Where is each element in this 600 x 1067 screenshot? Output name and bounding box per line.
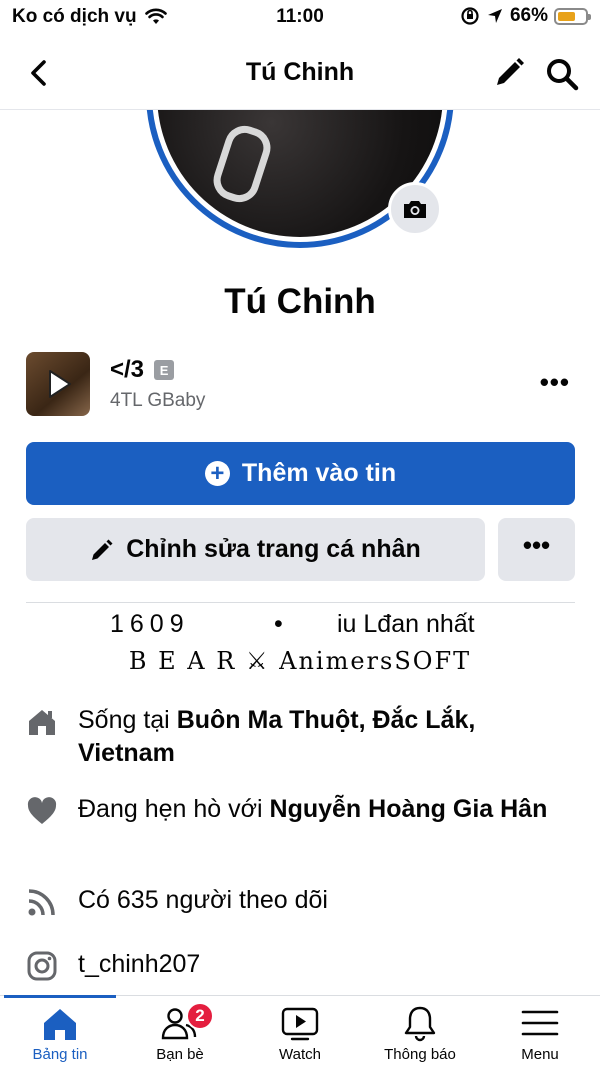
play-icon — [49, 370, 71, 398]
info-relationship-value[interactable]: Nguyễn Hoàng Gia Hân — [270, 795, 548, 823]
tab-home-label: Bảng tin — [32, 1046, 88, 1063]
info-lives-text: Sống tại Buôn Ma Thuột, Đắc Lắk, Vietnam — [78, 704, 568, 770]
music-more-button[interactable]: ••• — [540, 369, 570, 395]
orientation-lock-icon — [461, 7, 479, 25]
explicit-badge: E — [154, 360, 175, 380]
home-icon — [44, 1009, 76, 1040]
info-relationship: Đang hẹn hò với Nguyễn Hoàng Gia Hân — [26, 793, 576, 863]
music-title-row: </3 E — [110, 356, 175, 384]
friends-badge: 2 — [186, 1002, 214, 1030]
search-icon[interactable] — [544, 56, 580, 92]
bio-part-2: • — [274, 610, 283, 638]
status-right: 66% — [460, 5, 591, 27]
info-instagram[interactable]: t_chinh207 — [26, 948, 576, 988]
bio-line-1: 1609 • iu Lđan nhất — [0, 608, 600, 644]
pencil-icon[interactable] — [492, 56, 526, 90]
divider — [26, 602, 575, 603]
bio-line-2: B E A R ⚔ AnimersSOFT — [128, 647, 472, 675]
music-thumbnail[interactable] — [26, 352, 90, 416]
add-story-label: Thêm vào tin — [241, 459, 397, 487]
info-followers[interactable]: Có 635 người theo dõi — [26, 884, 576, 924]
info-followers-text: Có 635 người theo dõi — [78, 886, 328, 914]
bottom-tab-bar: Bảng tin 2 Bạn bè Watch Thông báo Menu — [0, 995, 600, 1067]
tab-friends[interactable]: 2 Bạn bè — [120, 996, 240, 1067]
plus-circle-icon: + — [204, 461, 230, 486]
info-lives-prefix: Sống tại — [78, 706, 177, 734]
rss-icon — [28, 889, 55, 916]
profile-music[interactable]: </3 E 4TL GBaby ••• — [26, 352, 576, 416]
home-icon — [29, 710, 55, 735]
info-lives: Sống tại Buôn Ma Thuột, Đắc Lắk, Vietnam — [26, 704, 576, 774]
location-arrow-icon — [487, 9, 502, 23]
more-options-button[interactable]: ••• — [498, 518, 575, 581]
pencil-icon — [92, 539, 113, 560]
jersey-number-graphic — [208, 120, 276, 208]
info-instagram-handle: t_chinh207 — [78, 950, 201, 978]
tab-menu-label: Menu — [521, 1046, 559, 1063]
nav-bar: Tú Chinh — [0, 40, 600, 110]
edit-profile-label: Chỉnh sửa trang cá nhân — [126, 535, 421, 563]
add-story-button[interactable]: + Thêm vào tin — [26, 442, 575, 505]
music-artist: 4TL GBaby — [110, 390, 206, 411]
info-relationship-text: Đang hẹn hò với Nguyễn Hoàng Gia Hân — [78, 793, 568, 826]
tab-notifications-label: Thông báo — [384, 1046, 456, 1063]
menu-icon — [521, 1010, 559, 1036]
edit-profile-button[interactable]: Chỉnh sửa trang cá nhân — [26, 518, 485, 581]
info-relationship-prefix: Đang hẹn hò với — [78, 795, 270, 823]
tab-watch-label: Watch — [279, 1046, 321, 1063]
tab-home[interactable]: Bảng tin — [0, 996, 120, 1067]
tab-watch[interactable]: Watch — [240, 996, 360, 1067]
bio-part-1: 1609 — [110, 610, 190, 638]
instagram-icon — [27, 951, 57, 981]
battery-percent: 66% — [509, 5, 548, 26]
camera-button[interactable] — [388, 182, 442, 236]
battery-icon — [554, 7, 591, 25]
heart-icon — [27, 797, 57, 824]
status-bar: Ko có dịch vụ 11:00 66% — [0, 0, 600, 34]
tab-friends-label: Bạn bè — [156, 1046, 204, 1063]
camera-icon — [404, 201, 426, 218]
profile-name: Tú Chinh — [224, 282, 376, 321]
watch-icon — [281, 1007, 319, 1041]
tab-menu[interactable]: Menu — [480, 996, 600, 1067]
tab-notifications[interactable]: Thông báo — [360, 996, 480, 1067]
bio-part-3: iu Lđan nhất — [337, 610, 475, 638]
music-title: </3 — [110, 356, 145, 383]
bell-icon — [404, 1006, 436, 1042]
